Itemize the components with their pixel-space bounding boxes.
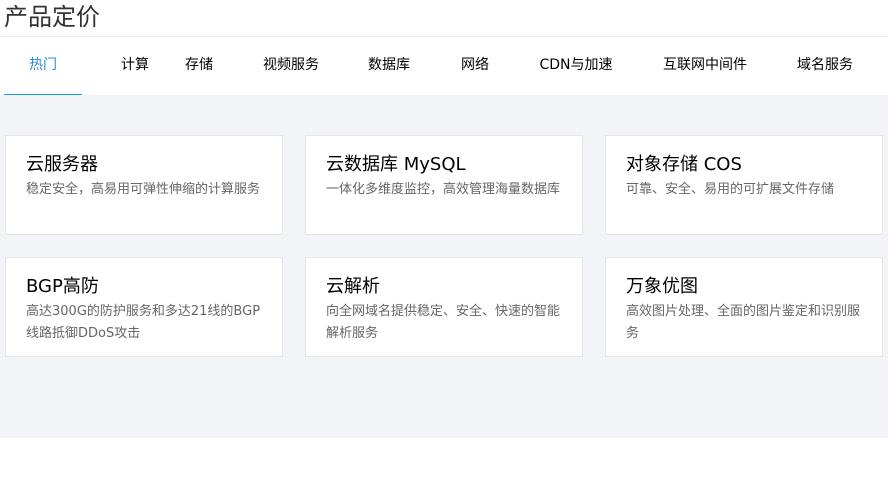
product-card[interactable]: 云数据库 MySQL 一体化多维度监控，高效管理海量数据库 [305, 135, 583, 235]
product-card[interactable]: 对象存储 COS 可靠、安全、易用的可扩展文件存储 [605, 135, 883, 235]
card-title: 万象优图 [626, 276, 698, 297]
card-description: 向全网域名提供稳定、安全、快速的智能解析服务 [326, 304, 561, 341]
card-title: BGP高防 [26, 276, 99, 297]
card-title: 云服务器 [26, 154, 98, 175]
tab-middleware[interactable]: 互联网中间件 [656, 37, 754, 94]
tab-domain-service[interactable]: 域名服务 [786, 37, 864, 94]
product-card[interactable]: 云解析 向全网域名提供稳定、安全、快速的智能解析服务 [305, 257, 583, 357]
card-description: 稳定安全，高易用可弹性伸缩的计算服务 [26, 182, 261, 197]
card-description: 可靠、安全、易用的可扩展文件存储 [626, 182, 835, 197]
tab-database[interactable]: 数据库 [350, 37, 428, 94]
card-description: 一体化多维度监控，高效管理海量数据库 [326, 182, 561, 197]
tab-hot[interactable]: 热门 [4, 37, 82, 96]
tab-cdn[interactable]: CDN与加速 [533, 37, 619, 94]
card-description: 高达300G的防护服务和多达21线的BGP线路抵御DDoS攻击 [26, 304, 261, 341]
tab-video-service[interactable]: 视频服务 [252, 37, 330, 94]
card-title: 云数据库 MySQL [326, 154, 466, 175]
card-title: 云解析 [326, 276, 380, 297]
product-grid: 云服务器 稳定安全，高易用可弹性伸缩的计算服务 云数据库 MySQL 一体化多维… [0, 95, 888, 438]
product-card[interactable]: 万象优图 高效图片处理、全面的图片鉴定和识别服务 [605, 257, 883, 357]
card-description: 高效图片处理、全面的图片鉴定和识别服务 [626, 304, 861, 341]
page-title: 产品定价 [4, 3, 100, 31]
category-tabs: 热门 计算 存储 视频服务 数据库 网络 CDN与加速 互联网中间件 域名服务 [0, 36, 888, 96]
tab-network[interactable]: 网络 [436, 37, 514, 94]
product-card[interactable]: BGP高防 高达300G的防护服务和多达21线的BGP线路抵御DDoS攻击 [5, 257, 283, 357]
tab-storage[interactable]: 存储 [160, 37, 238, 94]
product-card[interactable]: 云服务器 稳定安全，高易用可弹性伸缩的计算服务 [5, 135, 283, 235]
card-title: 对象存储 COS [626, 154, 742, 175]
